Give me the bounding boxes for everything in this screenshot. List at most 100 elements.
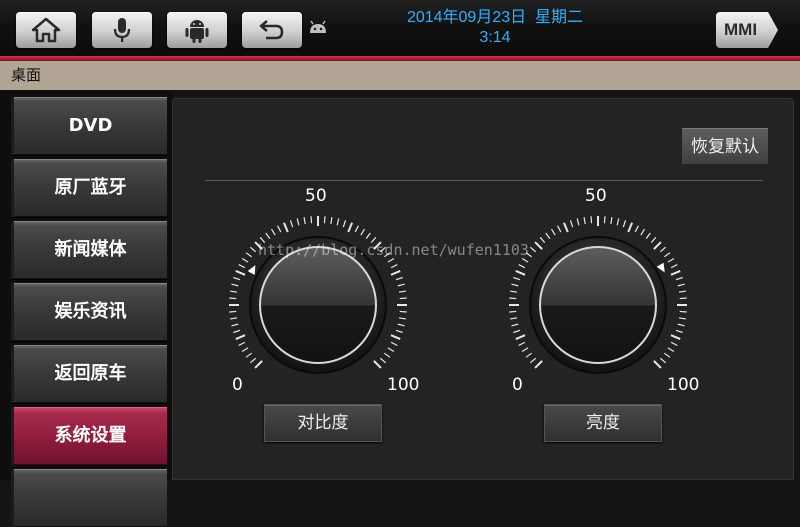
- brightness-tick: [525, 352, 533, 358]
- contrast-tick: [241, 257, 249, 263]
- contrast-tick: [229, 297, 237, 300]
- brightness-tick: [650, 236, 657, 244]
- home-button[interactable]: [16, 12, 76, 48]
- brightness-tick: [645, 232, 651, 240]
- contrast-knob-face[interactable]: [259, 246, 377, 364]
- contrast-tick: [238, 264, 246, 269]
- sidebar-item-entertainment[interactable]: 娱乐资讯: [11, 283, 167, 341]
- contrast-tick: [360, 228, 366, 236]
- contrast-tick: [383, 352, 391, 358]
- brightness-scale-max: 100: [667, 375, 700, 395]
- contrast-tick: [233, 329, 241, 334]
- contrast-tick: [254, 360, 263, 369]
- status-bar: 2014年09月23日 星期二 3:14 MMI: [0, 0, 800, 58]
- brightness-tick: [563, 222, 569, 233]
- brightness-tick: [679, 297, 687, 300]
- brightness-tick: [545, 232, 551, 240]
- brightness-tick: [534, 241, 543, 250]
- contrast-tick: [270, 228, 276, 236]
- contrast-tick: [390, 264, 398, 269]
- contrast-tick: [245, 352, 253, 358]
- brightness-tick: [511, 283, 519, 287]
- android-icon: [185, 20, 209, 43]
- mmi-button[interactable]: MMI: [716, 12, 778, 48]
- sidebar: DVD 原厂蓝牙 新闻媒体 娱乐资讯 返回原车 系统设置: [0, 90, 172, 527]
- brightness-tick: [622, 220, 627, 228]
- brightness-scale-mid: 50: [585, 186, 607, 206]
- contrast-tick: [336, 218, 340, 226]
- time-text: 3:14: [479, 29, 511, 46]
- contrast-tick: [231, 323, 239, 327]
- brightness-knob-face[interactable]: [539, 246, 657, 364]
- contrast-tick: [233, 276, 241, 281]
- back-button[interactable]: [242, 12, 302, 48]
- brightness-tick: [677, 323, 685, 327]
- contrast-tick: [397, 283, 405, 287]
- brightness-tick: [659, 246, 667, 253]
- sidebar-item-dvd[interactable]: DVD: [11, 97, 167, 155]
- contrast-tick: [397, 323, 405, 327]
- contrast-tick: [354, 225, 359, 233]
- brightness-tick: [521, 257, 529, 263]
- contrast-tick: [347, 222, 353, 233]
- contrast-tick: [390, 341, 398, 346]
- brightness-tick: [675, 276, 683, 281]
- brightness-tick: [518, 264, 526, 269]
- brightness-tick: [679, 310, 687, 313]
- home-icon: [31, 17, 61, 43]
- brightness-tick: [511, 323, 519, 327]
- brightness-tick: [529, 246, 537, 253]
- contrast-scale-min: 0: [232, 375, 243, 395]
- brightness-tick: [653, 241, 662, 250]
- sidebar-item-return-car[interactable]: 返回原车: [11, 345, 167, 403]
- contrast-dial[interactable]: [218, 205, 418, 385]
- date-time-display: 2014年09月23日 星期二 3:14: [380, 8, 610, 48]
- brightness-tick: [678, 290, 686, 293]
- contrast-tick: [365, 232, 371, 240]
- brightness-tick: [569, 220, 574, 228]
- weekday-text: 星期二: [535, 9, 584, 26]
- contrast-tick: [390, 270, 401, 276]
- brightness-tick: [515, 334, 526, 340]
- panel-divider: [205, 180, 763, 181]
- contrast-tick: [395, 329, 403, 334]
- contrast-tick: [238, 341, 246, 346]
- brightness-label-button[interactable]: 亮度: [544, 404, 662, 442]
- brightness-tick: [603, 216, 606, 224]
- brightness-tick: [576, 218, 580, 226]
- contrast-tick: [277, 225, 282, 233]
- brightness-tick: [513, 329, 521, 334]
- brightness-tick: [634, 225, 639, 233]
- sidebar-item-bluetooth[interactable]: 原厂蓝牙: [11, 159, 167, 217]
- contrast-tick: [235, 270, 246, 276]
- brightness-tick: [583, 217, 586, 225]
- contrast-tick: [283, 222, 289, 233]
- brightness-tick: [534, 360, 543, 369]
- contrast-tick: [398, 290, 406, 293]
- microphone-icon: [113, 18, 131, 42]
- brightness-scale-min: 0: [512, 375, 523, 395]
- brightness-dial[interactable]: [498, 205, 698, 385]
- brightness-tick: [670, 334, 681, 340]
- contrast-label-button[interactable]: 对比度: [264, 404, 382, 442]
- voice-button[interactable]: [92, 12, 152, 48]
- contrast-tick: [231, 283, 239, 287]
- brightness-tick: [518, 341, 526, 346]
- contrast-tick: [398, 317, 406, 320]
- brightness-tick: [670, 341, 678, 346]
- brightness-tick: [521, 347, 529, 353]
- brightness-tick: [509, 310, 517, 313]
- contrast-tick: [245, 252, 253, 258]
- sidebar-item-more[interactable]: [11, 469, 167, 527]
- brightness-tick: [678, 317, 686, 320]
- contrast-tick: [249, 357, 257, 364]
- brightness-tick: [513, 276, 521, 281]
- apps-button[interactable]: [167, 12, 227, 48]
- brightness-tick: [550, 228, 556, 236]
- brightness-tick: [640, 228, 646, 236]
- sidebar-item-news-media[interactable]: 新闻媒体: [11, 221, 167, 279]
- brightness-tick: [675, 329, 683, 334]
- sidebar-item-system-settings[interactable]: 系统设置: [11, 407, 167, 465]
- restore-defaults-button[interactable]: 恢复默认: [681, 127, 769, 165]
- brightness-tick: [653, 360, 662, 369]
